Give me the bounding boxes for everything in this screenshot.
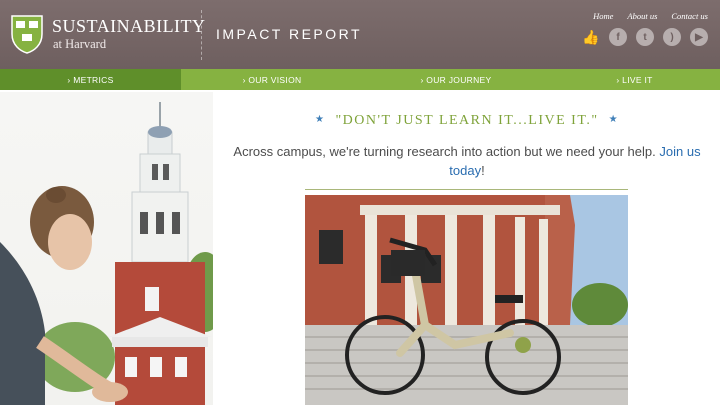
rss-icon[interactable]: ) [663,28,681,46]
nav-live-it[interactable]: › LIVE IT [549,69,720,90]
hero-photo-student [0,92,213,405]
page-quote: ★ "DON'T JUST LEARN IT...LIVE IT." ★ [232,113,702,129]
top-links: Home About us Contact us [593,11,708,21]
bike-share-photo [305,195,628,405]
bike-building-illustration [305,195,628,405]
star-icon: ★ [608,114,620,125]
like-icon[interactable]: 👍 [582,28,600,46]
main-nav: › METRICS › OUR VISION › OUR JOURNEY › L… [0,69,720,90]
student-tower-illustration [0,102,213,405]
nav-our-vision[interactable]: › OUR VISION [181,69,363,90]
divider-rule [305,189,628,190]
star-icon: ★ [314,114,326,125]
intro-blurb: Across campus, we're turning research in… [232,142,702,180]
brand-subtitle[interactable]: at Harvard [53,37,106,52]
nav-our-journey[interactable]: › OUR JOURNEY [363,69,549,90]
blurb-text: Across campus, we're turning research in… [233,144,656,159]
header-divider [201,10,202,60]
brand-title[interactable]: SUSTAINABILITY [52,16,206,37]
contact-link[interactable]: Contact us [671,11,708,21]
report-title: IMPACT REPORT [216,26,363,42]
social-icons: 👍 f t ) ▶ [582,28,708,46]
twitter-icon[interactable]: t [636,28,654,46]
blurb-end: ! [481,163,485,178]
nav-metrics[interactable]: › METRICS [0,69,181,90]
about-link[interactable]: About us [627,11,657,21]
quote-text: "DON'T JUST LEARN IT...LIVE IT." [335,113,599,128]
youtube-icon[interactable]: ▶ [690,28,708,46]
home-link[interactable]: Home [593,11,613,21]
site-header: SUSTAINABILITY at Harvard IMPACT REPORT … [0,0,720,69]
harvard-shield-icon[interactable] [10,14,44,54]
facebook-icon[interactable]: f [609,28,627,46]
